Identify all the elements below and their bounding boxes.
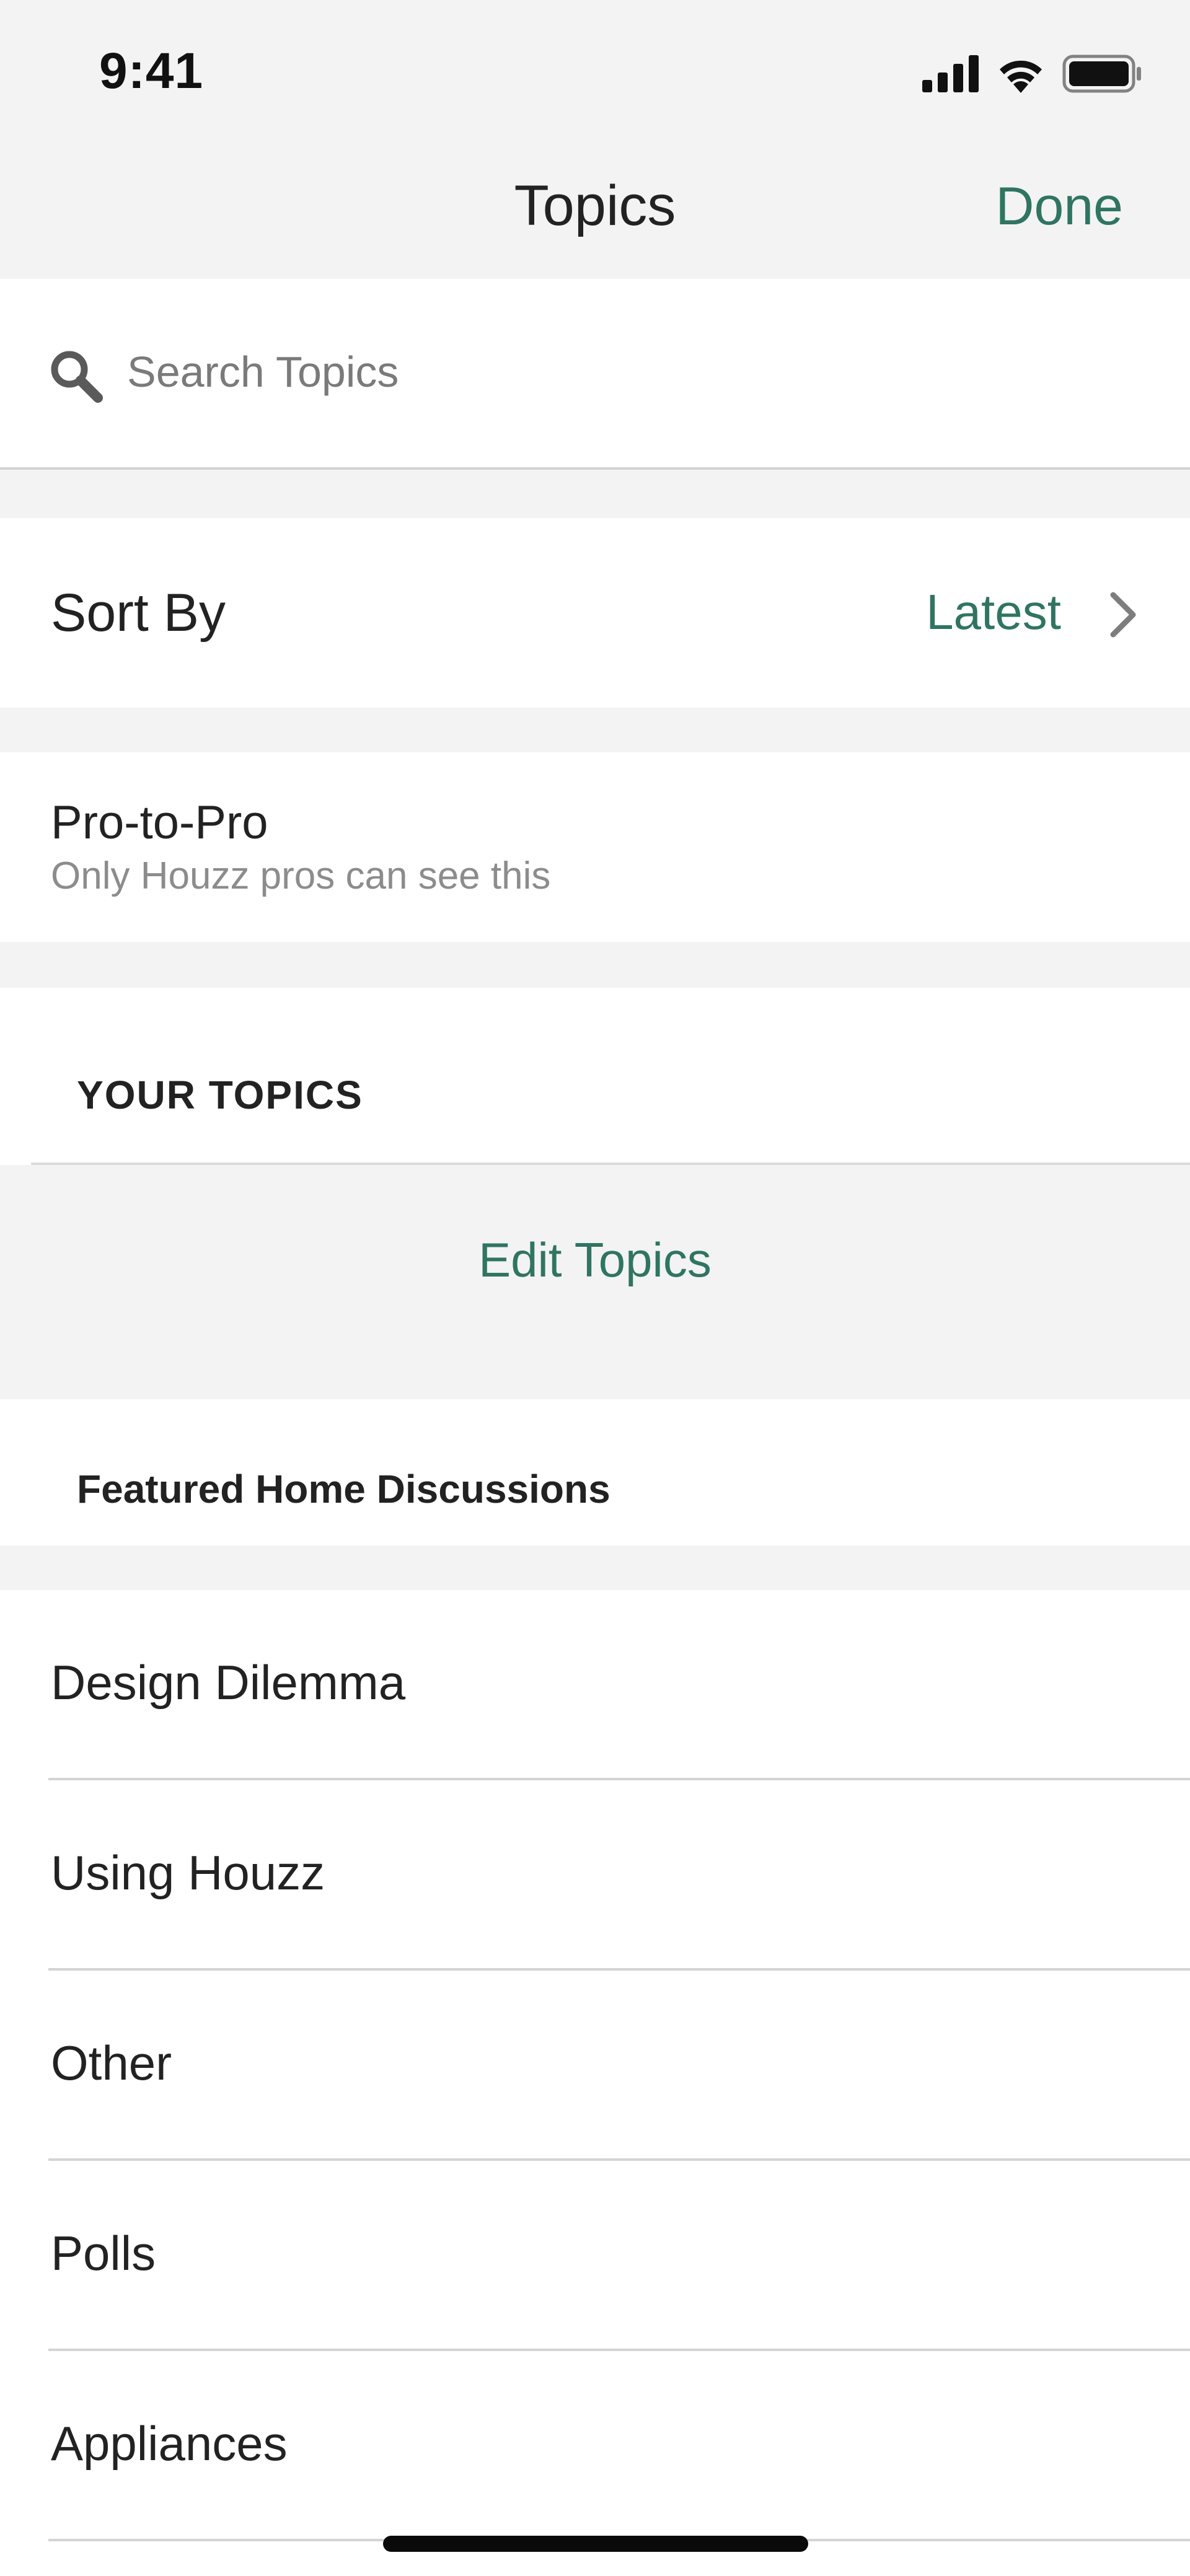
sort-by-label: Sort By (51, 583, 226, 643)
nav-bar: Topics Done (0, 143, 1190, 279)
list-item[interactable]: Using Houzz (0, 1780, 1190, 1971)
wifi-icon (1000, 60, 1042, 93)
status-bar: 9:41 (0, 0, 1190, 143)
done-button[interactable]: Done (995, 176, 1123, 237)
list-item[interactable]: Polls (0, 2161, 1190, 2351)
your-topics-heading: YOUR TOPICS (77, 1073, 363, 1117)
topic-label: Other (51, 2036, 172, 2090)
pro-to-pro-title: Pro-to-Pro (51, 796, 268, 849)
signal-icon (922, 55, 979, 92)
battery-icon (1062, 55, 1141, 93)
list-item[interactable]: Other (0, 1971, 1190, 2161)
home-indicator[interactable] (383, 2536, 808, 2552)
topics-screen: 9:41 Topics Done Search Topics Sort By L… (0, 0, 1190, 2576)
sort-by-value: Latest (926, 584, 1061, 640)
list-item[interactable]: Appliances (0, 2351, 1190, 2541)
list-item[interactable]: Design Dilemma (0, 1590, 1190, 1780)
search-icon (51, 351, 103, 403)
your-topics-section: YOUR TOPICS (0, 988, 1190, 1165)
topic-label: Appliances (51, 2416, 288, 2471)
status-time: 9:41 (99, 43, 204, 99)
chevron-right-icon (1110, 592, 1136, 638)
sort-by-row[interactable]: Sort By Latest (0, 518, 1190, 708)
pro-to-pro-row[interactable]: Pro-to-Pro Only Houzz pros can see this (0, 752, 1190, 942)
topic-label: Using Houzz (51, 1845, 325, 1900)
search-bar[interactable] (0, 279, 1190, 470)
featured-section-header: Featured Home Discussions (0, 1399, 1190, 1545)
topic-list: Design Dilemma Using Houzz Other Polls A… (0, 1590, 1190, 2576)
featured-heading: Featured Home Discussions (77, 1467, 610, 1511)
topic-label: Polls (51, 2226, 156, 2280)
search-input[interactable] (127, 335, 1119, 409)
edit-topics-button[interactable]: Edit Topics (0, 1165, 1190, 1399)
edit-topics-label: Edit Topics (478, 1233, 712, 1287)
topic-label: Design Dilemma (51, 1655, 406, 1710)
status-icons (922, 52, 1143, 95)
pro-to-pro-subtitle: Only Houzz pros can see this (51, 855, 551, 897)
